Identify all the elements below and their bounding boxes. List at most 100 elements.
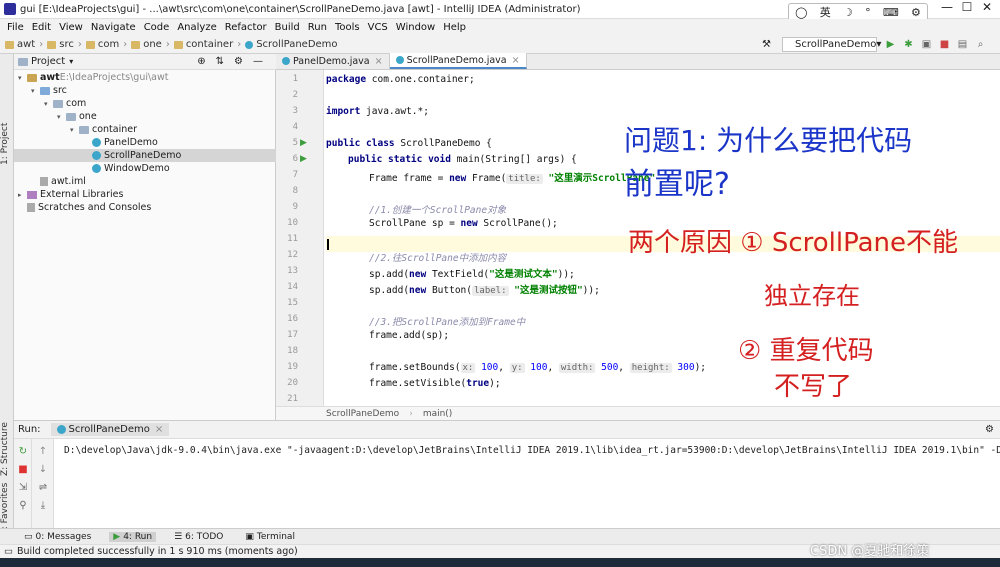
annotation-answer-1b: 独立存在 [764, 282, 860, 310]
console-output[interactable]: D:\develop\Java\jdk-9.0.4\bin\java.exe "… [64, 445, 1000, 456]
editor-breadcrumb-class[interactable]: ScrollPaneDemo [326, 409, 399, 419]
expand-arrow-icon[interactable]: ▸ [18, 191, 27, 199]
pin-icon[interactable]: ⚲ [16, 499, 30, 513]
chevron-down-icon: ▾ [876, 39, 882, 50]
tab-terminal[interactable]: ▣ Terminal [241, 532, 299, 542]
tab-run[interactable]: ▶ 4: Run [109, 531, 157, 542]
run-configuration-select[interactable]: ScrollPaneDemo ▾ [782, 37, 881, 52]
gear-icon[interactable]: ⚙ [985, 424, 994, 435]
rerun-icon[interactable]: ↻ [16, 445, 30, 459]
tree-item-scrollpanedemo[interactable]: ScrollPaneDemo [14, 149, 276, 162]
gear-icon[interactable]: ⚙ [234, 56, 243, 67]
arrow-down-icon[interactable]: ↓ [36, 463, 50, 477]
tree-item-src[interactable]: ▾ src [14, 84, 67, 97]
ime-mode[interactable]: 英 [820, 4, 831, 20]
line-number: 20 [287, 378, 298, 388]
ime-moon-icon[interactable]: ☽ [843, 6, 853, 19]
menu-run[interactable]: Run [304, 22, 331, 33]
editor-breadcrumb-method[interactable]: main() [423, 409, 453, 419]
close-icon[interactable]: × [155, 424, 163, 435]
close-icon[interactable]: × [512, 55, 520, 66]
ime-settings-icon[interactable]: ⚙ [911, 6, 921, 19]
tree-item-scratches-and-consoles[interactable]: Scratches and Consoles [14, 201, 151, 214]
string-literal: "这是测试文本" [489, 269, 558, 280]
stop-icon[interactable]: ■ [16, 463, 30, 477]
project-view-title[interactable]: Project [31, 56, 65, 67]
breadcrumb-awt[interactable]: awt › [5, 39, 43, 50]
tree-item-com[interactable]: ▾ com [14, 97, 86, 110]
run-tab-scrollpanedemo[interactable]: ScrollPaneDemo × [50, 423, 170, 436]
expand-arrow-icon[interactable]: ▾ [31, 87, 40, 95]
menu-analyze[interactable]: Analyze [173, 22, 220, 33]
text-cursor [327, 239, 329, 250]
project-panel: Project ▾ ⊕ ⇅ ⚙ — ▾ awt E:\IdeaProjects\g… [14, 54, 276, 420]
run-gutter-icon[interactable]: ▶ [300, 138, 307, 148]
scroll-to-end-icon[interactable]: ⤓ [36, 499, 50, 513]
expand-arrow-icon[interactable]: ▾ [44, 100, 53, 108]
breadcrumb-label: awt [17, 39, 36, 50]
line-number: 5 [292, 138, 298, 148]
tree-item-windowdemo[interactable]: WindowDemo [14, 162, 170, 175]
tab-messages[interactable]: ▭ 0: Messages [20, 532, 95, 542]
menu-navigate[interactable]: Navigate [87, 22, 140, 33]
ime-punct-icon[interactable]: ° [865, 6, 871, 19]
tree-item-paneldemo[interactable]: PanelDemo [14, 136, 158, 149]
maximize-button[interactable]: ☐ [958, 0, 976, 18]
breadcrumb-src[interactable]: src › [47, 39, 82, 50]
debug-icon[interactable]: ✱ [902, 38, 915, 51]
keyword: true [466, 378, 490, 389]
tree-item-external-libraries[interactable]: ▸ External Libraries [14, 188, 123, 201]
status-layout-icon[interactable]: ▭ [4, 546, 13, 557]
menu-window[interactable]: Window [392, 22, 439, 33]
breadcrumb-container[interactable]: container › [173, 39, 241, 50]
tree-item-awt[interactable]: ▾ awt E:\IdeaProjects\gui\awt [14, 71, 169, 84]
close-icon[interactable]: × [375, 56, 383, 67]
locate-icon[interactable]: ⊕ [197, 56, 205, 67]
tree-item-one[interactable]: ▾ one [14, 110, 97, 123]
menu-build[interactable]: Build [271, 22, 304, 33]
tab-label: 6: TODO [185, 531, 224, 542]
restore-layout-icon[interactable]: ⇲ [16, 481, 30, 495]
run-icon[interactable]: ▶ [884, 38, 897, 51]
menu-refactor[interactable]: Refactor [221, 22, 271, 33]
scratches-icon [27, 203, 35, 212]
menu-edit[interactable]: Edit [28, 22, 55, 33]
tab-todo[interactable]: ☰ 6: TODO [170, 532, 227, 542]
hammer-build-icon[interactable]: ⚒ [760, 38, 773, 51]
chevron-down-icon[interactable]: ▾ [69, 57, 73, 66]
menu-code[interactable]: Code [140, 22, 174, 33]
minimize-button[interactable]: — [938, 0, 956, 18]
menu-vcs[interactable]: VCS [364, 22, 392, 33]
ime-logo-icon: ◯ [795, 5, 808, 19]
hide-panel-icon[interactable]: — [253, 56, 263, 67]
arrow-up-icon[interactable]: ↑ [36, 445, 50, 459]
project-tool-tab[interactable]: 1: Project [0, 114, 14, 174]
search-everywhere-icon[interactable]: ⌕ [974, 38, 987, 51]
code-text: frame.setVisible( [369, 378, 467, 389]
menu-view[interactable]: View [55, 22, 87, 33]
run-gutter-icon[interactable]: ▶ [300, 154, 307, 164]
annotation-answer-2: ② 重复代码 [738, 336, 874, 366]
breadcrumb-one[interactable]: one › [131, 39, 170, 50]
parameter-hint: height: [629, 363, 672, 373]
stop-icon[interactable]: ■ [938, 38, 951, 51]
close-button[interactable]: ✕ [978, 0, 996, 18]
expand-arrow-icon[interactable]: ▾ [57, 113, 66, 121]
menu-help[interactable]: Help [439, 22, 470, 33]
soft-wrap-icon[interactable]: ⇌ [36, 481, 50, 495]
tab-paneldemo[interactable]: PanelDemo.java × [276, 53, 390, 69]
tree-item-awt-iml[interactable]: awt.iml [14, 175, 86, 188]
collapse-icon[interactable]: ⇅ [216, 56, 224, 67]
tree-item-container[interactable]: ▾ container [14, 123, 137, 136]
menu-file[interactable]: File [3, 22, 28, 33]
project-structure-icon[interactable]: ▤ [956, 38, 969, 51]
breadcrumb-com[interactable]: com › [85, 39, 127, 50]
tree-item-label: awt [40, 72, 60, 83]
menu-tools[interactable]: Tools [331, 22, 364, 33]
tab-scrollpanedemo[interactable]: ScrollPaneDemo.java × [389, 53, 527, 69]
ime-keyboard-icon[interactable]: ⌨ [883, 6, 899, 19]
expand-arrow-icon[interactable]: ▾ [18, 74, 27, 82]
coverage-icon[interactable]: ▣ [920, 38, 933, 51]
expand-arrow-icon[interactable]: ▾ [70, 126, 79, 134]
breadcrumb-scrollpanedemo[interactable]: ScrollPaneDemo [245, 39, 338, 50]
